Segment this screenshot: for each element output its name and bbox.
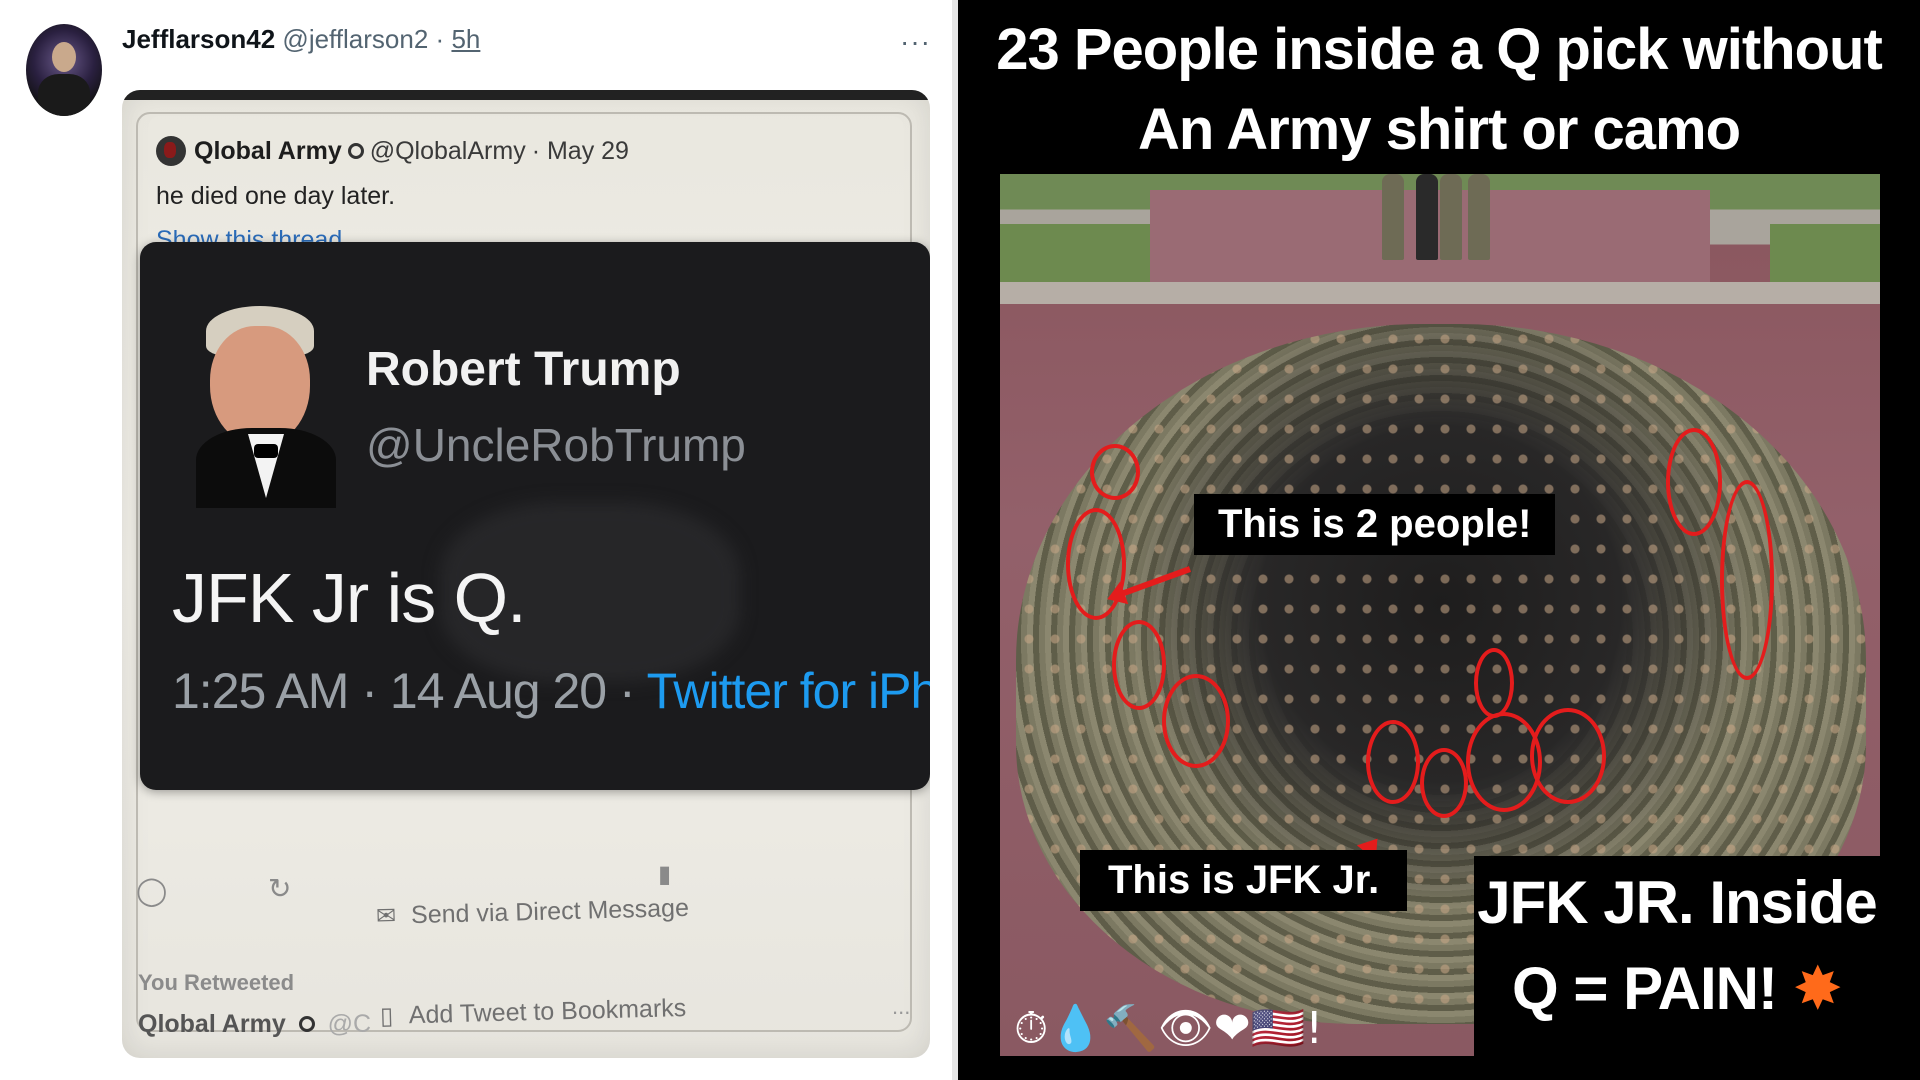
add-bookmark-label: Add Tweet to Bookmarks: [408, 993, 687, 1030]
meme-image[interactable]: 23 People inside a Q pick without An Arm…: [958, 0, 1920, 1080]
grass-right: [1770, 224, 1880, 284]
label-two-people: This is 2 people!: [1194, 494, 1556, 555]
bottom-caption-line2: Q = PAIN! ✸: [1474, 954, 1880, 1024]
tweet-timestamp[interactable]: 5h: [451, 24, 480, 54]
embedded-tweet-meta: 1:25 AM · 14 Aug 20 · Twitter for iPhon: [172, 662, 930, 720]
embedded-time: 1:25 AM · 14 Aug 20 ·: [172, 663, 647, 719]
verified-badge-icon: [298, 1016, 315, 1032]
curb: [1000, 282, 1880, 304]
meme-title-line2: An Army shirt or camo: [1137, 97, 1741, 162]
send-dm-label: Send via Direct Message: [410, 893, 690, 930]
red-circle: [1666, 428, 1722, 536]
red-circle: [1530, 708, 1606, 804]
attached-photo[interactable]: Qlobal Army @QlobalArmy · May 29 he died…: [122, 90, 930, 1058]
group-photo: This is 2 people! This is JFK Jr. JFK JR…: [1000, 174, 1880, 1056]
embedded-tweet-card: Robert Trump @UncleRobTrump JFK Jr is Q.…: [140, 242, 930, 790]
red-circle: [1474, 648, 1514, 718]
display-name[interactable]: Jefflarson42: [122, 24, 275, 54]
red-circle: [1090, 444, 1140, 500]
tweet-pane: Jefflarson42 @jefflarson2 · 5h ··· Qloba…: [0, 0, 958, 1080]
avatar[interactable]: [26, 24, 102, 116]
avatar-face: [52, 42, 76, 72]
embedded-client: Twitter for iPhon: [646, 663, 930, 719]
soldier: [1382, 174, 1404, 260]
embedded-tweet-body: JFK Jr is Q.: [172, 559, 527, 637]
soldier: [1440, 174, 1462, 260]
photo-more-icon: ...: [892, 994, 911, 1019]
quoted-tweet-text: he died one day later.: [156, 182, 396, 210]
red-circle: [1366, 720, 1420, 804]
label-jfk: This is JFK Jr.: [1080, 850, 1408, 911]
embedded-handle: @UncleRobTrump: [366, 419, 746, 471]
red-circle: [1420, 748, 1468, 818]
grass-left: [1000, 224, 1150, 284]
tweet-header: Jefflarson42 @jefflarson2 · 5h: [122, 24, 480, 55]
soldier: [1416, 174, 1438, 260]
embedded-name: Robert Trump: [366, 343, 681, 396]
photo-screen-edge: [122, 90, 930, 100]
meme-title: 23 People inside a Q pick without An Arm…: [958, 10, 1920, 170]
retweet-icon: ↻: [268, 873, 292, 904]
avatar-bowtie: [254, 444, 278, 458]
red-circle: [1720, 480, 1774, 680]
quoted-account-handle: @QlobalArmy: [369, 136, 526, 165]
more-options-icon[interactable]: ···: [900, 26, 931, 58]
meme-title-line1: 23 People inside a Q pick without: [996, 17, 1883, 82]
bookmark-icon: ▯: [379, 1002, 394, 1031]
header-separator: ·: [435, 24, 445, 54]
bottom-account-handle: @C: [327, 1010, 372, 1038]
explosion-icon: ✸: [1792, 955, 1843, 1022]
you-retweeted-label: You Retweeted: [138, 970, 295, 995]
avatar-body: [38, 74, 90, 116]
robert-trump-avatar: [196, 306, 336, 508]
bottom-caption-text: Q = PAIN!: [1512, 955, 1778, 1022]
quoted-avatar-icon: [156, 136, 186, 166]
red-circle: [1112, 620, 1166, 710]
analytics-icon: ▮: [658, 861, 672, 888]
soldier: [1468, 174, 1490, 260]
standing-soldiers: [1382, 174, 1502, 264]
reply-icon: ◯: [136, 875, 168, 906]
bottom-caption-line1: JFK JR. Inside: [1477, 869, 1877, 936]
envelope-icon: ✉: [375, 902, 397, 931]
red-circle: [1162, 674, 1230, 768]
emoji-row: ⏱💧🔨👁❤🇺🇸!: [1014, 1003, 1324, 1054]
quoted-tweet-header: Qlobal Army @QlobalArmy · May 29: [156, 136, 629, 166]
quoted-account-name: Qlobal Army: [194, 136, 342, 165]
bottom-account-name: Qlobal Army: [138, 1010, 286, 1038]
user-handle[interactable]: @jefflarson2: [282, 24, 428, 54]
bottom-caption-box: JFK JR. Inside Q = PAIN! ✸: [1474, 856, 1880, 1056]
quoted-date: · May 29: [531, 136, 629, 165]
bottom-account: Qlobal Army @C: [138, 1010, 371, 1039]
verified-badge-icon: [347, 143, 364, 159]
